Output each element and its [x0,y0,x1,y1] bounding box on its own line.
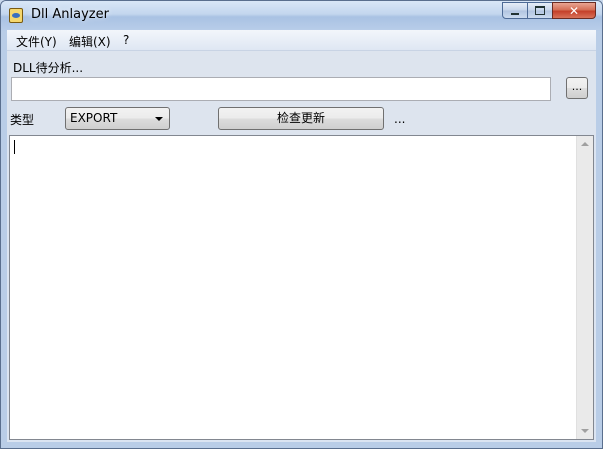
menu-file[interactable]: 文件(Y) [16,33,57,50]
client-area: 文件(Y) 编辑(X) ? DLL待分析... ... 类型 EXPORT 检查… [7,30,596,442]
menu-edit[interactable]: 编辑(X) [69,33,111,50]
window-controls: ✕ [502,2,596,19]
type-dropdown[interactable]: EXPORT [65,107,170,130]
app-window: Dll Anlayzer ✕ 文件(Y) 编辑(X) ? DLL待分析... .… [0,0,603,449]
maximize-icon [535,6,545,15]
type-selected-value: EXPORT [70,111,118,125]
chevron-down-icon [155,117,163,121]
type-label: 类型 [10,113,35,127]
close-button[interactable]: ✕ [552,2,596,19]
text-caret [14,140,15,154]
check-update-button[interactable]: 检查更新 [218,107,384,130]
close-icon: ✕ [568,3,580,18]
window-title: Dll Anlayzer [31,7,109,22]
scroll-down-icon[interactable] [581,429,589,433]
dll-path-label: DLL待分析... [13,61,84,75]
browse-button[interactable]: ... [566,77,588,99]
scroll-up-icon[interactable] [581,142,589,146]
minimize-icon [511,12,519,15]
output-textarea[interactable] [9,135,594,440]
app-icon [9,8,23,23]
input-panel: DLL待分析... ... 类型 EXPORT 检查更新 ... [7,51,596,135]
menu-bar: 文件(Y) 编辑(X) ? [7,30,596,51]
ellipsis-label: ... [394,112,406,126]
dll-path-input[interactable] [11,77,551,101]
minimize-button[interactable] [502,2,528,19]
vertical-scrollbar[interactable] [576,136,593,439]
menu-help[interactable]: ? [123,33,129,47]
title-bar[interactable]: Dll Anlayzer ✕ [1,1,602,30]
maximize-button[interactable] [527,2,553,19]
